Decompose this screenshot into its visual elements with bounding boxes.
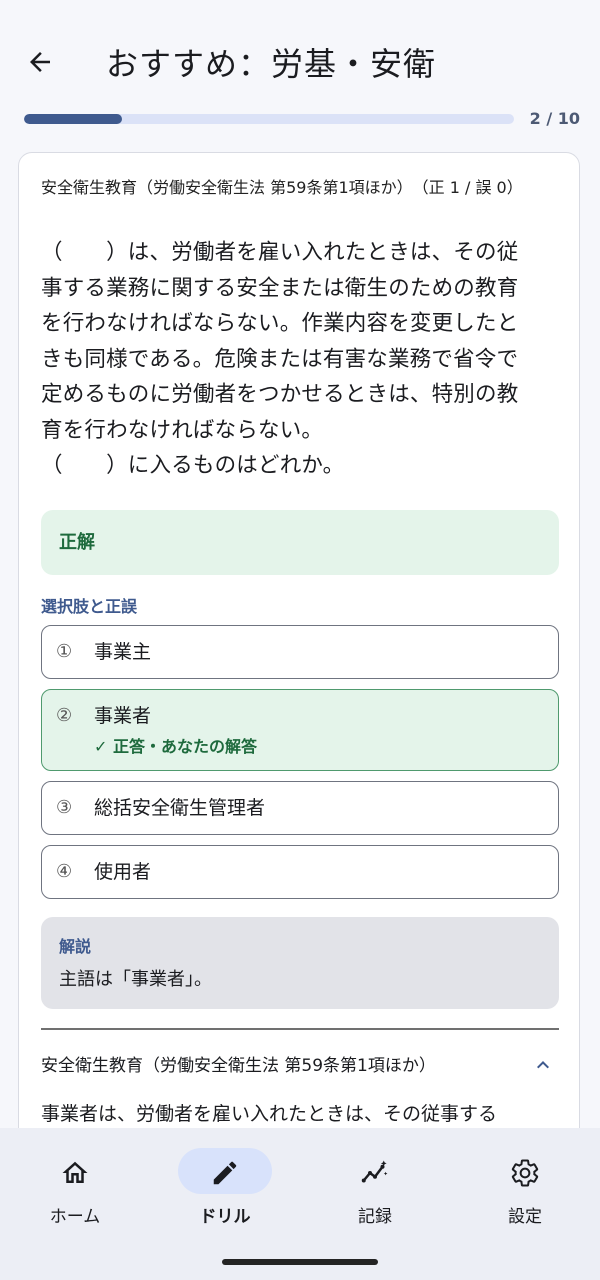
home-icon [62,1161,88,1183]
choice-label: 事業主 [94,641,152,663]
choice-label: 総括安全衛生管理者 [94,797,266,819]
choice-label: 使用者 [94,861,152,883]
progress-bar [24,114,514,124]
question-category: 安全衛生教育（労働安全衛生法 第59条第1項ほか） （正 1 / 誤 0） [41,178,523,197]
explanation-title: 解説 [59,937,92,956]
top-bar: おすすめ：労基・安衛 [0,0,600,108]
nav-label: ドリル [199,1207,251,1227]
choice-number: ② [56,705,73,726]
divider [41,1028,559,1030]
back-button[interactable] [18,40,62,84]
question-card: 安全衛生教育（労働安全衛生法 第59条第1項ほか） （正 1 / 誤 0） （ … [18,152,580,1252]
choice-option-1[interactable]: ① 事業主 [41,625,559,679]
progress-counter: 2 / 10 [529,109,580,128]
nav-label: ホーム [49,1207,101,1227]
question-line: きも同様である。危険または有害な業務で省令で [41,346,519,372]
explanation-text: 主語は「事業者」。 [59,969,212,990]
choice-option-2[interactable]: ② 事業者 ✓ 正答・あなたの解答 [41,689,559,771]
chart-icon [361,1160,388,1183]
correct-answer-note: ✓ 正答・あなたの解答 [94,737,257,756]
bottom-navigation: ホーム ドリル 記録 設定 [0,1128,600,1280]
explanation-box: 解説 主語は「事業者」。 [41,917,559,1009]
nav-records[interactable]: 記録 [300,1146,450,1236]
progress-bar-fill [24,114,122,124]
choice-number: ④ [56,861,73,882]
app-root: おすすめ：労基・安衛 2 / 10 安全衛生教育（労働安全衛生法 第59条第1項… [0,0,600,1280]
nav-label: 設定 [508,1207,542,1227]
question-line: 事する業務に関する安全または衛生のための教育 [41,275,519,301]
choice-number: ① [56,641,73,662]
chevron-up-icon [537,1061,549,1069]
question-line: 定めるものに労働者をつかせるときは、特別の教 [41,382,519,407]
nav-label: 記録 [358,1207,392,1227]
nav-drill[interactable]: ドリル [150,1146,300,1236]
choice-label: 事業者 [94,705,152,727]
nav-home[interactable]: ホーム [0,1146,150,1236]
law-title: 安全衛生教育（労働安全衛生法 第59条第1項ほか） [41,1056,436,1076]
question-text: （ ）は、労働者を雇い入れたときは、その従 事する業務に関する安全または衛生のた… [41,235,561,484]
law-text: 事業者は、労働者を雇い入れたときは、その従事する [41,1103,498,1125]
choice-option-3[interactable]: ③ 総括安全衛生管理者 [41,781,559,835]
choice-option-4[interactable]: ④ 使用者 [41,845,559,899]
question-line: （ ）は、労働者を雇い入れたときは、その従 [41,240,519,265]
arrow-left-icon [30,52,50,72]
gesture-handle[interactable] [222,1259,378,1265]
pencil-icon [213,1161,237,1185]
question-line: を行わなければならない。作業内容を変更したと [41,311,519,336]
result-banner: 正解 [41,510,559,575]
page-title: おすすめ：労基・安衛 [106,45,437,83]
law-accordion-header[interactable]: 安全衛生教育（労働安全衛生法 第59条第1項ほか） [41,1045,559,1085]
choices-header: 選択肢と正誤 [41,597,138,616]
question-line: （ ）に入るものはどれか。 [41,453,345,478]
choice-number: ③ [56,797,73,818]
gear-icon [511,1159,539,1187]
question-line: 育を行わなければならない。 [41,417,324,443]
result-label: 正解 [59,532,95,553]
nav-settings[interactable]: 設定 [450,1146,600,1236]
